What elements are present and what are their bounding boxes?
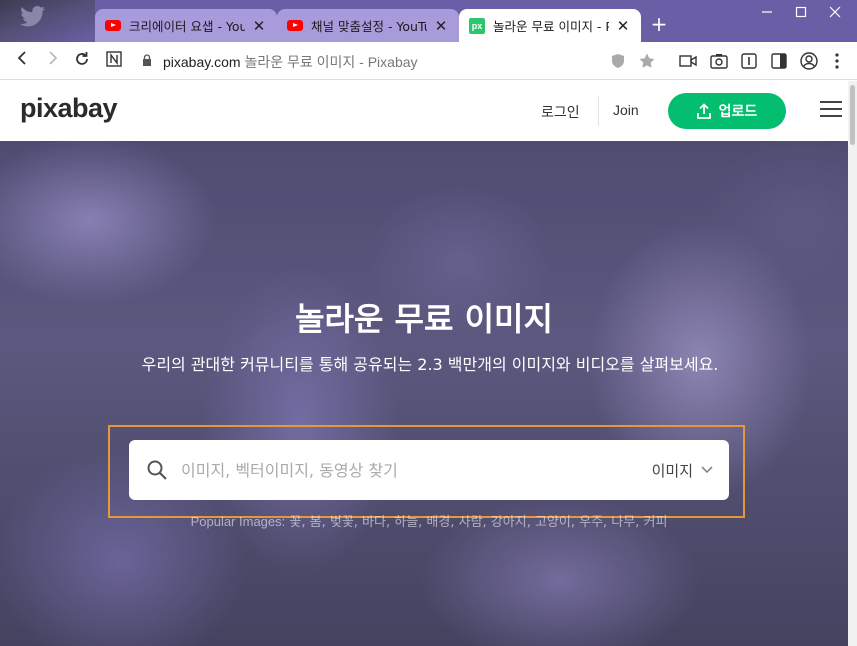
browser-titlebar: 크리에이터 요샙 - YouTube ✕ 채널 맞춤설정 - YouTube ✕… (0, 0, 857, 42)
hero-subtitle: 우리의 관대한 커뮤니티를 통해 공유되는 2.3 백만개의 이미지와 비디오를… (141, 355, 719, 374)
close-icon[interactable]: ✕ (251, 18, 267, 34)
new-tab-button[interactable]: + (648, 13, 670, 35)
tab-title: 크리에이터 요샙 - YouTube (129, 19, 245, 34)
lock-icon[interactable] (140, 50, 154, 72)
tab-pixabay[interactable]: px 놀라운 무료 이미지 - Pixabay ✕ (459, 9, 641, 42)
popular-tag[interactable]: 배경 (426, 515, 450, 530)
close-icon[interactable]: ✕ (433, 18, 449, 34)
tab-creator-studio[interactable]: 크리에이터 요샙 - YouTube ✕ (95, 9, 277, 42)
scrollbar-thumb[interactable] (850, 85, 855, 145)
minimize-icon (762, 11, 772, 13)
search-type-dropdown[interactable]: 이미지 (652, 460, 713, 481)
popular-tag[interactable]: 봄 (310, 515, 322, 530)
site-header: pixabay 로그인 Join 업로드 (0, 81, 848, 141)
search-type-label: 이미지 (651, 461, 693, 480)
window-close-button[interactable] (820, 4, 850, 24)
maximize-button[interactable] (786, 4, 816, 24)
login-link[interactable]: 로그인 (541, 102, 580, 122)
tab-channel-settings[interactable]: 채널 맞춤설정 - YouTube ✕ (277, 9, 459, 42)
chevron-down-icon (701, 466, 713, 474)
maximize-icon (795, 6, 807, 18)
back-button[interactable] (12, 50, 34, 72)
popular-tag[interactable]: 나무 (611, 515, 635, 530)
page-scrollbar[interactable] (848, 81, 857, 646)
hamburger-menu-icon[interactable] (820, 101, 842, 119)
search-input[interactable] (181, 460, 652, 480)
sidebar-icon[interactable] (769, 51, 789, 71)
camera-video-icon[interactable] (678, 51, 698, 71)
hero-title: 놀라운 무료 이미지 (295, 300, 553, 338)
address-bar[interactable]: pixabay.com 놀라운 무료 이미지 - Pixabay (163, 52, 418, 72)
popular-images: Popular Images: 꽃, 봄, 벚꽃, 바다, 하늘, 배경, 사람… (190, 514, 668, 530)
minimize-button[interactable] (752, 4, 782, 24)
upload-label: 업로드 (718, 104, 758, 120)
popular-tag[interactable]: 꽃 (289, 515, 301, 530)
pixabay-logo[interactable]: pixabay (20, 93, 118, 124)
arrow-right-icon (49, 51, 58, 65)
upload-icon (696, 103, 711, 119)
tab-title: 채널 맞춤설정 - YouTube (311, 19, 427, 34)
youtube-icon (105, 18, 121, 34)
join-link[interactable]: Join (613, 102, 639, 118)
more-vertical-icon[interactable] (827, 51, 847, 71)
search-bar[interactable]: 이미지 (129, 440, 729, 500)
youtube-icon (287, 18, 303, 34)
popular-tag[interactable]: 고양이 (535, 515, 571, 530)
upload-button[interactable]: 업로드 (668, 93, 786, 129)
reload-icon (76, 52, 88, 65)
header-divider (598, 96, 599, 126)
popular-label: Popular Images: (190, 514, 286, 529)
url-title: 놀라운 무료 이미지 - Pixabay (244, 54, 418, 70)
star-icon[interactable] (637, 51, 657, 71)
bird-icon (20, 6, 46, 27)
pixabay-icon: px (469, 17, 485, 34)
notion-icon (106, 51, 122, 67)
forward-button[interactable] (41, 50, 63, 72)
shield-icon[interactable] (608, 51, 628, 71)
extension-button[interactable] (103, 50, 125, 72)
close-icon[interactable]: ✕ (615, 18, 631, 34)
popular-tag[interactable]: 강아지 (491, 515, 527, 530)
close-icon (829, 6, 841, 18)
url-domain: pixabay.com (163, 54, 241, 70)
popular-tag[interactable]: 커피 (643, 515, 667, 530)
popular-tag[interactable]: 하늘 (394, 515, 418, 530)
popular-tag[interactable]: 사람 (459, 515, 483, 530)
profile-icon[interactable] (799, 51, 819, 71)
tab-title: 놀라운 무료 이미지 - Pixabay (493, 19, 609, 34)
info-icon[interactable] (739, 51, 759, 71)
popular-tag[interactable]: 바다 (362, 515, 386, 530)
popular-tag[interactable]: 벚꽃 (330, 515, 354, 530)
popular-tag[interactable]: 우주 (579, 515, 603, 530)
reload-button[interactable] (71, 50, 93, 72)
browser-theme-art (0, 0, 95, 42)
search-icon[interactable] (145, 458, 169, 482)
browser-toolbar: pixabay.com 놀라운 무료 이미지 - Pixabay (0, 42, 857, 80)
arrow-left-icon (17, 51, 26, 65)
hero-section: 놀라운 무료 이미지 우리의 관대한 커뮤니티를 통해 공유되는 2.3 백만개… (0, 141, 848, 646)
screenshot-icon[interactable] (709, 51, 729, 71)
